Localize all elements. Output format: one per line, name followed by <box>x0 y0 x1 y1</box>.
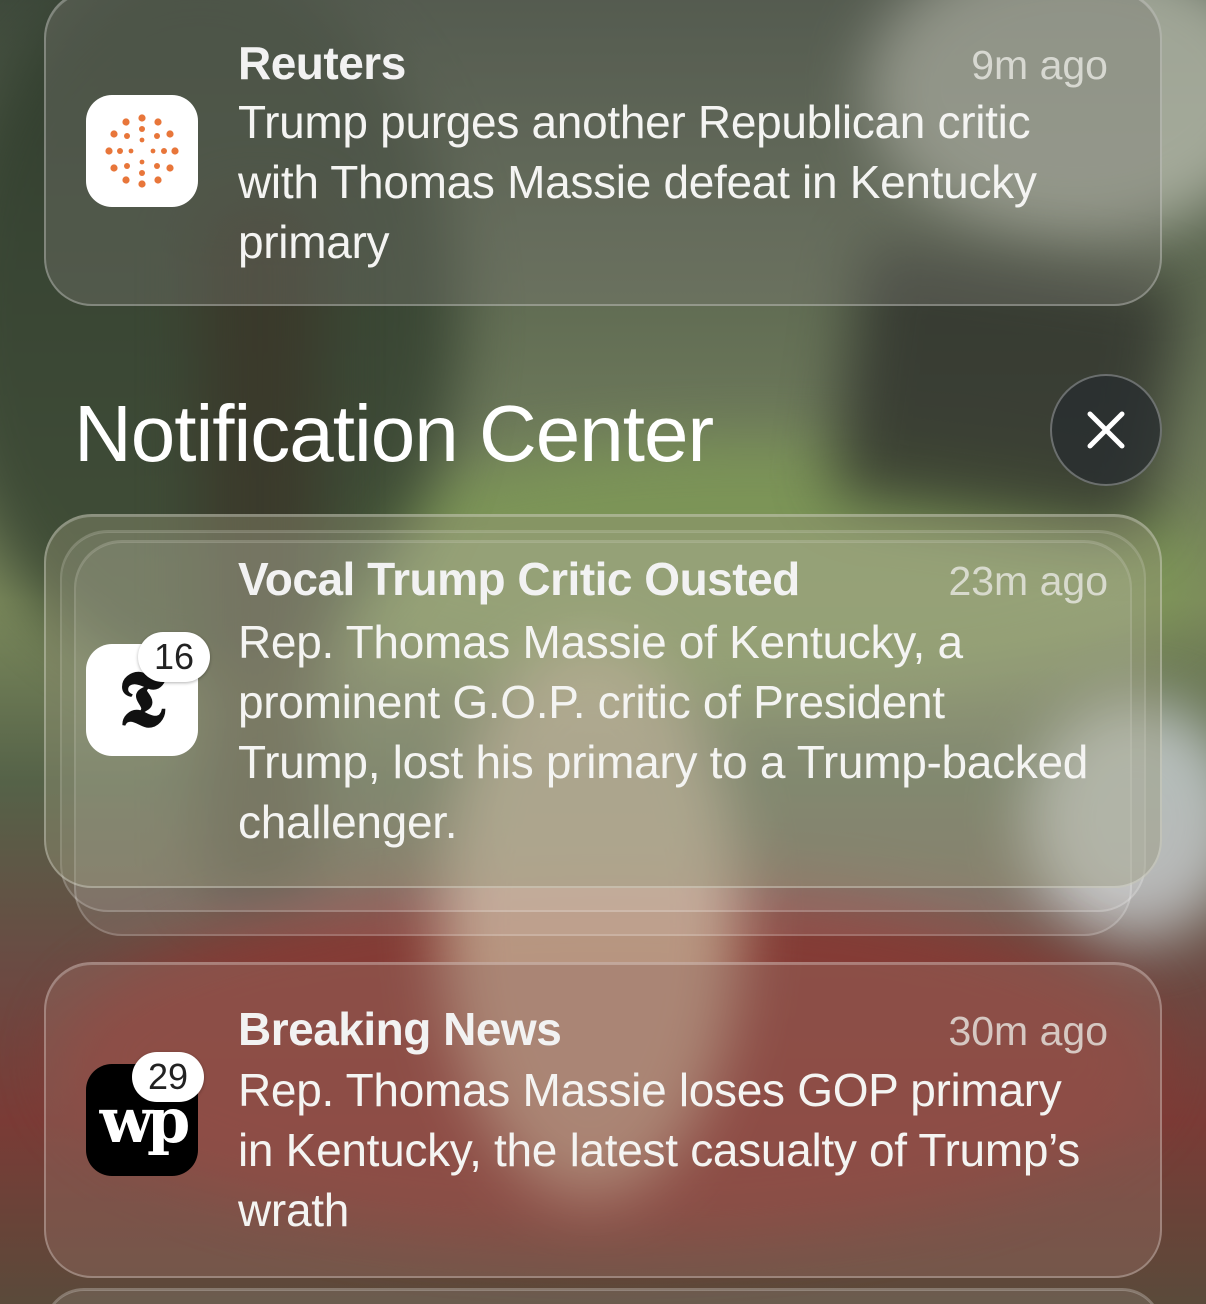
lock-screen: Reuters 9m ago Trump purges another Repu… <box>0 0 1206 1304</box>
notification-time: 9m ago <box>971 42 1108 88</box>
notification-count-badge: 29 <box>132 1052 204 1102</box>
reuters-dots-graphic <box>105 114 179 188</box>
notification-nyt[interactable]: 𝕿 16 Vocal Trump Critic Ousted 23m ago R… <box>44 514 1162 888</box>
notification-title: Vocal Trump Critic Ousted <box>238 553 800 605</box>
notification-center-title: Notification Center <box>74 389 714 478</box>
close-icon <box>1087 411 1125 449</box>
reuters-logo-icon <box>86 95 198 207</box>
notification-reuters[interactable]: Reuters 9m ago Trump purges another Repu… <box>44 0 1162 306</box>
notification-count-badge: 16 <box>138 632 210 682</box>
notification-next-peek[interactable] <box>44 1288 1162 1304</box>
notification-washington-post[interactable]: wp 29 Breaking News 30m ago Rep. Thomas … <box>44 962 1162 1278</box>
close-button[interactable] <box>1050 374 1162 486</box>
notification-body: Rep. Thomas Massie loses GOP primary in … <box>238 1064 1080 1236</box>
notification-title: Breaking News <box>238 1003 562 1055</box>
notification-time: 23m ago <box>948 558 1108 604</box>
notification-title: Reuters <box>238 37 406 89</box>
notification-body: Trump purges another Republican critic w… <box>238 96 1037 268</box>
notification-body: Rep. Thomas Massie of Kentucky, a promin… <box>238 616 1089 848</box>
notification-time: 30m ago <box>948 1008 1108 1054</box>
